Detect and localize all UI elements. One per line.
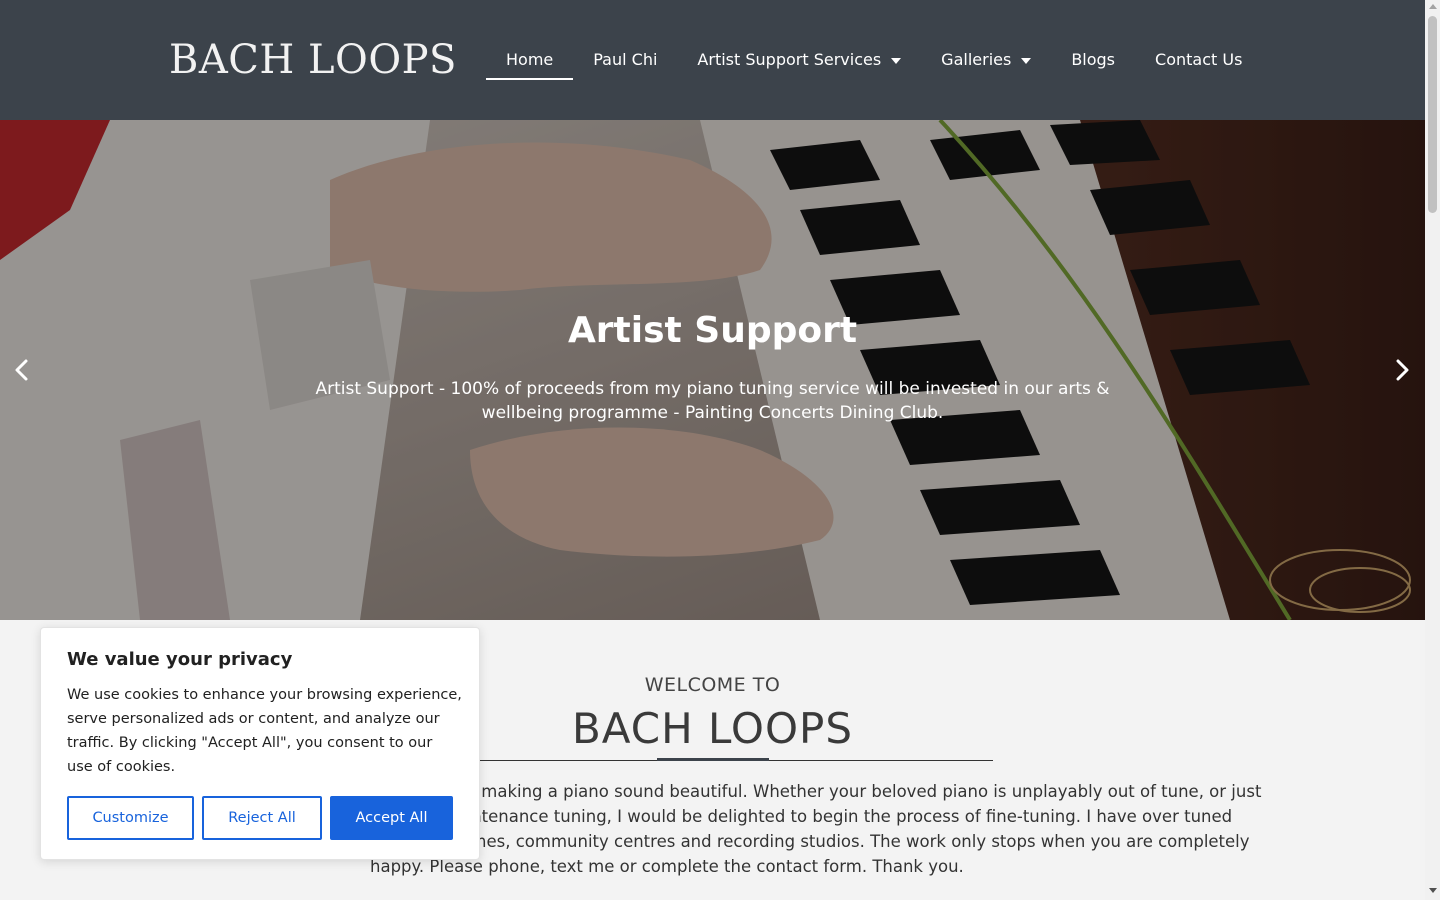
scroll-down-arrow-icon[interactable] <box>1429 888 1437 893</box>
caret-down-icon <box>1021 58 1032 64</box>
nav-item-label: Galleries <box>941 50 1012 69</box>
site-header: BACH LOOPS Home Paul Chi Artist Support … <box>0 0 1425 120</box>
hero-title: Artist Support <box>567 310 858 351</box>
scroll-up-arrow-icon[interactable] <box>1429 4 1437 9</box>
scrollbar-thumb[interactable] <box>1428 16 1437 213</box>
reject-all-button[interactable]: Reject All <box>202 796 322 840</box>
nav-item-home[interactable]: Home <box>486 40 574 80</box>
hero-overlay <box>0 120 1425 620</box>
slider-prev-button[interactable] <box>8 356 36 384</box>
nav-item-label: Home <box>506 50 554 69</box>
nav-item-contact-us[interactable]: Contact Us <box>1135 40 1262 80</box>
hero-slider: Artist Support Artist Support - 100% of … <box>0 120 1425 620</box>
nav-item-label: Artist Support Services <box>697 50 882 69</box>
customize-button[interactable]: Customize <box>67 796 194 840</box>
hero-text: Artist Support - 100% of proceeds from m… <box>315 379 1110 423</box>
nav-item-galleries[interactable]: Galleries <box>921 40 1051 80</box>
chevron-right-icon <box>1396 359 1409 381</box>
welcome-paragraph: I really enjoy making a piano sound beau… <box>370 782 1262 876</box>
page-scrollbar[interactable] <box>1425 0 1440 900</box>
nav-item-label: Blogs <box>1071 50 1116 69</box>
cookie-text: We use cookies to enhance your browsing … <box>67 687 462 775</box>
nav-item-paul-chi[interactable]: Paul Chi <box>573 40 677 80</box>
nav-item-label: Contact Us <box>1155 50 1243 69</box>
chevron-left-icon <box>15 359 28 381</box>
divider-accent <box>657 758 769 761</box>
cookie-consent-banner: We value your privacy We use cookies to … <box>40 627 480 860</box>
nav-item-label: Paul Chi <box>593 50 658 69</box>
slider-next-button[interactable] <box>1388 356 1416 384</box>
caret-down-icon <box>891 58 902 64</box>
nav-item-blogs[interactable]: Blogs <box>1051 40 1135 80</box>
accept-all-button[interactable]: Accept All <box>330 796 453 840</box>
main-nav: Home Paul Chi Artist Support Services Ga… <box>486 40 1262 80</box>
nav-item-artist-support-services[interactable]: Artist Support Services <box>677 40 921 80</box>
cookie-title: We value your privacy <box>67 649 293 670</box>
site-logo[interactable]: BACH LOOPS <box>169 38 457 82</box>
